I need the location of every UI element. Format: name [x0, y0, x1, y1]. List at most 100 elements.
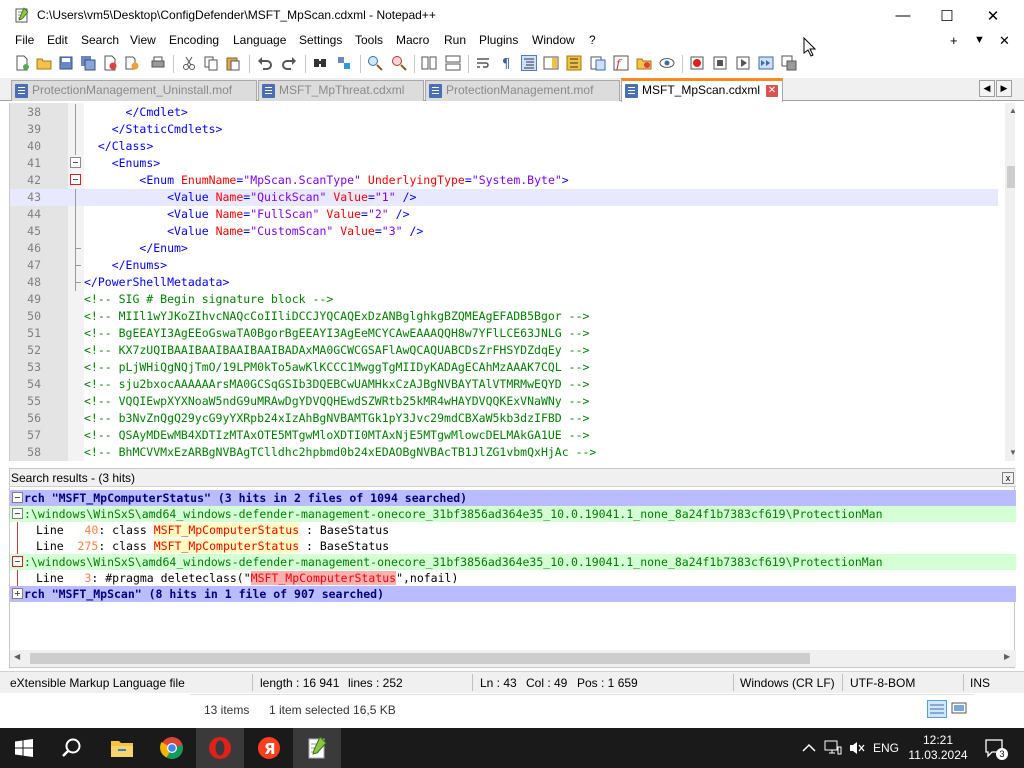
macro-run-multiple-icon[interactable]	[758, 55, 774, 71]
taskbar-search-button[interactable]	[48, 728, 96, 768]
cut-icon[interactable]	[181, 55, 197, 71]
code-line[interactable]: 44 <Value Name="FullScan" Value="2" />	[10, 206, 998, 223]
search-file-row[interactable]: :\windows\WinSxS\amd64_windows-defender-…	[10, 554, 1016, 570]
fold-toggle-icon[interactable]	[12, 556, 23, 567]
taskbar-notepadpp[interactable]	[293, 728, 341, 768]
search-file-row[interactable]: :\windows\WinSxS\amd64_windows-defender-…	[10, 506, 1016, 522]
code-line[interactable]: 53 <!-- pLjWHiQgNQjTmO/19LPM0kTo5awKlKCCC…	[10, 359, 998, 376]
minimize-button[interactable]: —	[880, 0, 926, 31]
clock[interactable]: 12:21 11.03.2024	[905, 728, 971, 768]
search-query-row[interactable]: rch "MSFT_MpScan" (8 hits in 1 file of 9…	[10, 586, 1016, 602]
macro-save-icon[interactable]	[781, 55, 797, 71]
macro-record-icon[interactable]	[689, 55, 705, 71]
code-line[interactable]: 56 <!-- b3NvZnQgQ29ycG9yYXRpb24xIzAhBgNVB…	[10, 410, 998, 427]
code-line[interactable]: 52 <!-- KX7zUQIBAAIBAAIBAAIBAAIBADAxMA0GC…	[10, 342, 998, 359]
menu-macro[interactable]: Macro	[396, 33, 429, 47]
action-center[interactable]: 3	[980, 728, 1010, 768]
menu-help[interactable]: ?	[589, 33, 596, 47]
menu-language[interactable]: Language	[233, 33, 286, 47]
input-language[interactable]: ENG	[870, 728, 902, 768]
tab-close-icon[interactable]: ✕	[766, 85, 778, 97]
code-line[interactable]: 41 <Enums>	[10, 155, 998, 172]
menu-plugins[interactable]: Plugins	[479, 33, 518, 47]
fold-toggle-icon[interactable]	[12, 492, 23, 503]
close-file-icon[interactable]	[102, 55, 118, 71]
editor-vertical-scrollbar[interactable]: ▲ ▼	[1005, 103, 1015, 461]
code-line[interactable]: 58 <!-- BhMCVVMxEzARBgNVBAgTClldhc2hpbmd0…	[10, 444, 998, 461]
menu-tools[interactable]: Tools	[355, 33, 383, 47]
scroll-down-icon[interactable]: ▼	[1009, 448, 1015, 457]
taskbar-opera[interactable]	[196, 728, 244, 768]
show-hidden-icons[interactable]	[800, 728, 818, 768]
menu-file[interactable]: File	[15, 33, 34, 47]
scroll-left-icon[interactable]: ◀	[14, 652, 20, 661]
code-line[interactable]: 49 <!-- SIG # Begin signature block -->	[10, 291, 998, 308]
scroll-up-icon[interactable]: ▲	[1009, 106, 1015, 115]
menu-run[interactable]: Run	[444, 33, 466, 47]
code-line[interactable]: 48 </PowerShellMetadata>	[10, 274, 998, 291]
fold-toggle-icon[interactable]	[12, 508, 23, 519]
function-icon[interactable]: f	[613, 55, 629, 71]
tab-list-dropdown-icon[interactable]: ▼	[974, 34, 985, 46]
large-icons-view-icon[interactable]	[950, 700, 968, 718]
code-line[interactable]: 42 <Enum EnumName="MpScan.ScanType" Unde…	[10, 172, 998, 189]
monitoring-eye-icon[interactable]	[659, 55, 675, 71]
volume-tray[interactable]	[846, 728, 868, 768]
close-all-icon[interactable]	[124, 55, 140, 71]
code-line[interactable]: 39 </StaticCmdlets>	[10, 121, 998, 138]
code-line[interactable]: 50 <!-- MIIl1wYJKoZIhvcNAQcCoIIliDCCJYQCA…	[10, 308, 998, 325]
macro-play-icon[interactable]	[735, 55, 751, 71]
show-all-chars-icon[interactable]: ¶	[499, 55, 515, 71]
search-horizontal-scrollbar[interactable]: ◀ ▶	[10, 650, 1016, 667]
start-button[interactable]	[0, 728, 48, 768]
network-tray[interactable]	[822, 728, 844, 768]
tab-msft-mpscan[interactable]: MSFT_MpScan.cdxml ✕	[621, 78, 783, 102]
code-line[interactable]: 54 <!-- sju2bxocAAAAAArsMA0GCSqGSIb3DQEBC…	[10, 376, 998, 393]
doc-map-icon[interactable]	[543, 55, 559, 71]
close-search-panel-icon[interactable]: x	[1002, 472, 1014, 484]
fold-toggle-icon[interactable]	[70, 157, 81, 168]
menu-view[interactable]: View	[130, 33, 156, 47]
new-file-icon[interactable]	[14, 55, 30, 71]
save-all-icon[interactable]	[80, 55, 96, 71]
taskbar-file-explorer[interactable]	[98, 728, 146, 768]
folder-as-workspace-icon[interactable]	[636, 55, 652, 71]
code-line[interactable]: 45 <Value Name="CustomScan" Value="3" />	[10, 223, 998, 240]
folder-workspace-icon[interactable]	[590, 55, 606, 71]
code-editor[interactable]: 38 </Cmdlet> 39 </StaticCmdlets> 40 </Clas…	[9, 103, 1015, 461]
close-button[interactable]: ✕	[970, 0, 1016, 31]
word-wrap-icon[interactable]	[475, 55, 491, 71]
code-line[interactable]: 38 </Cmdlet>	[10, 104, 998, 121]
tab-msft-mpthreat[interactable]: MSFT_MpThreat.cdxml	[258, 80, 424, 101]
tab-scroll-left-icon[interactable]: ◀	[979, 80, 995, 97]
sync-horizontal-icon[interactable]	[445, 55, 461, 71]
code-line[interactable]: 40 </Class>	[10, 138, 998, 155]
taskbar-yandex[interactable]: Я	[245, 728, 293, 768]
undo-icon[interactable]	[257, 55, 273, 71]
search-hit-row[interactable]: Line 40: class MSFT_MpComputerStatus : B…	[10, 522, 1016, 538]
find-icon[interactable]	[312, 55, 328, 71]
details-view-icon[interactable]	[927, 700, 947, 718]
menu-edit[interactable]: Edit	[47, 33, 68, 47]
code-line[interactable]: 51 <!-- BgEEAYI3AgEEoGswaTA0BgorBgEEAYI3A…	[10, 325, 998, 342]
sync-vertical-icon[interactable]	[421, 55, 437, 71]
save-icon[interactable]	[58, 55, 74, 71]
code-line[interactable]: 46 </Enum>	[10, 240, 998, 257]
scroll-right-icon[interactable]: ▶	[1004, 652, 1010, 661]
taskbar-chrome[interactable]	[148, 728, 196, 768]
paste-icon[interactable]	[225, 55, 241, 71]
tab-protectionmanagement-uninstall[interactable]: ProtectionManagement_Uninstall.mof	[11, 80, 257, 101]
close-document-icon[interactable]: ✕	[999, 33, 1010, 49]
tab-scroll-right-icon[interactable]: ▶	[996, 80, 1012, 97]
new-window-plus-icon[interactable]: +	[950, 33, 958, 48]
scroll-thumb[interactable]	[1007, 166, 1015, 188]
menu-search[interactable]: Search	[81, 33, 119, 47]
scroll-thumb[interactable]	[30, 653, 810, 664]
fold-toggle-icon[interactable]	[12, 588, 23, 599]
search-hit-row[interactable]: Line 275: class MSFT_MpComputerStatus : …	[10, 538, 1016, 554]
function-list-icon[interactable]	[566, 55, 582, 71]
menu-settings[interactable]: Settings	[299, 33, 342, 47]
open-file-icon[interactable]	[36, 55, 52, 71]
code-line[interactable]: 47 </Enums>	[10, 257, 998, 274]
code-line[interactable]: 57 <!-- QSAyMDEwMB4XDTIzMTAxOTE5MTgwMloXD…	[10, 427, 998, 444]
